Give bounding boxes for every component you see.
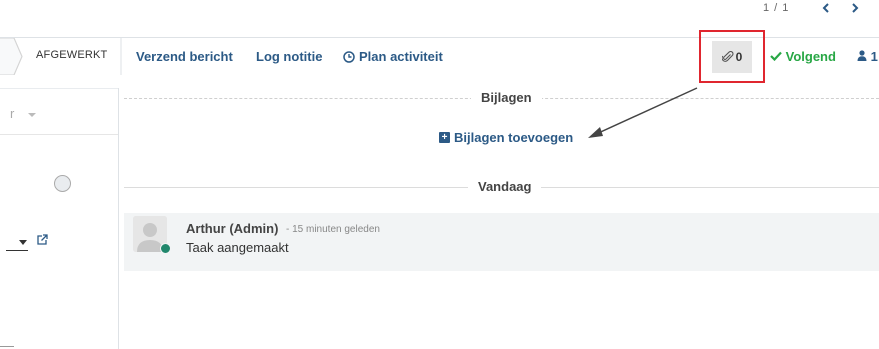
field-underline: [6, 250, 28, 251]
follow-button[interactable]: Volgend: [770, 49, 836, 64]
attachments-count: 0: [735, 50, 743, 64]
message-body: Taak aangemaakt: [186, 240, 289, 255]
message-timestamp: - 15 minuten geleden: [286, 224, 380, 235]
left-panel-mark: [0, 346, 14, 347]
add-attachments-button[interactable]: + Bijlagen toevoegen: [439, 130, 573, 145]
follow-label: Volgend: [785, 49, 836, 64]
caret-down-icon: [27, 113, 36, 117]
stage-label: AFGEWERKT: [36, 49, 108, 61]
left-field-separator: [0, 134, 118, 135]
user-icon: [857, 50, 867, 61]
left-field-select[interactable]: r: [10, 106, 36, 121]
online-status-dot: [160, 243, 171, 254]
external-link-icon[interactable]: [35, 233, 49, 247]
message-author[interactable]: Arthur (Admin): [186, 221, 278, 236]
pager-previous-button[interactable]: [819, 0, 833, 16]
followers-button[interactable]: 1: [857, 49, 878, 64]
caret-down-icon[interactable]: [18, 237, 28, 247]
pager-next-button[interactable]: [848, 0, 862, 16]
add-attachments-label: Bijlagen toevoegen: [454, 130, 574, 145]
chevron-right-icon: [852, 3, 859, 13]
left-field-value: r: [10, 106, 15, 121]
chevron-left-icon: [822, 3, 829, 13]
clock-icon: [343, 50, 355, 63]
annotation-arrow: [588, 87, 698, 138]
left-panel-top-border: [0, 88, 118, 89]
send-message-button[interactable]: Verzend bericht: [136, 49, 233, 64]
plan-activity-label: Plan activiteit: [359, 49, 443, 64]
plus-square-icon: +: [439, 132, 450, 143]
attachments-header: Bijlagen: [471, 90, 542, 105]
check-icon: [770, 51, 782, 62]
attachments-button[interactable]: 0: [712, 41, 752, 73]
paperclip-icon: [721, 51, 734, 62]
followers-count: 1: [870, 49, 878, 64]
pager-counter: 1 / 1: [763, 2, 790, 14]
today-header: Vandaag: [468, 179, 542, 194]
left-panel-divider: [118, 88, 119, 349]
log-note-button[interactable]: Log notitie: [256, 49, 322, 64]
priority-circle-toggle[interactable]: [54, 175, 71, 192]
plan-activity-button[interactable]: Plan activiteit: [343, 49, 443, 64]
